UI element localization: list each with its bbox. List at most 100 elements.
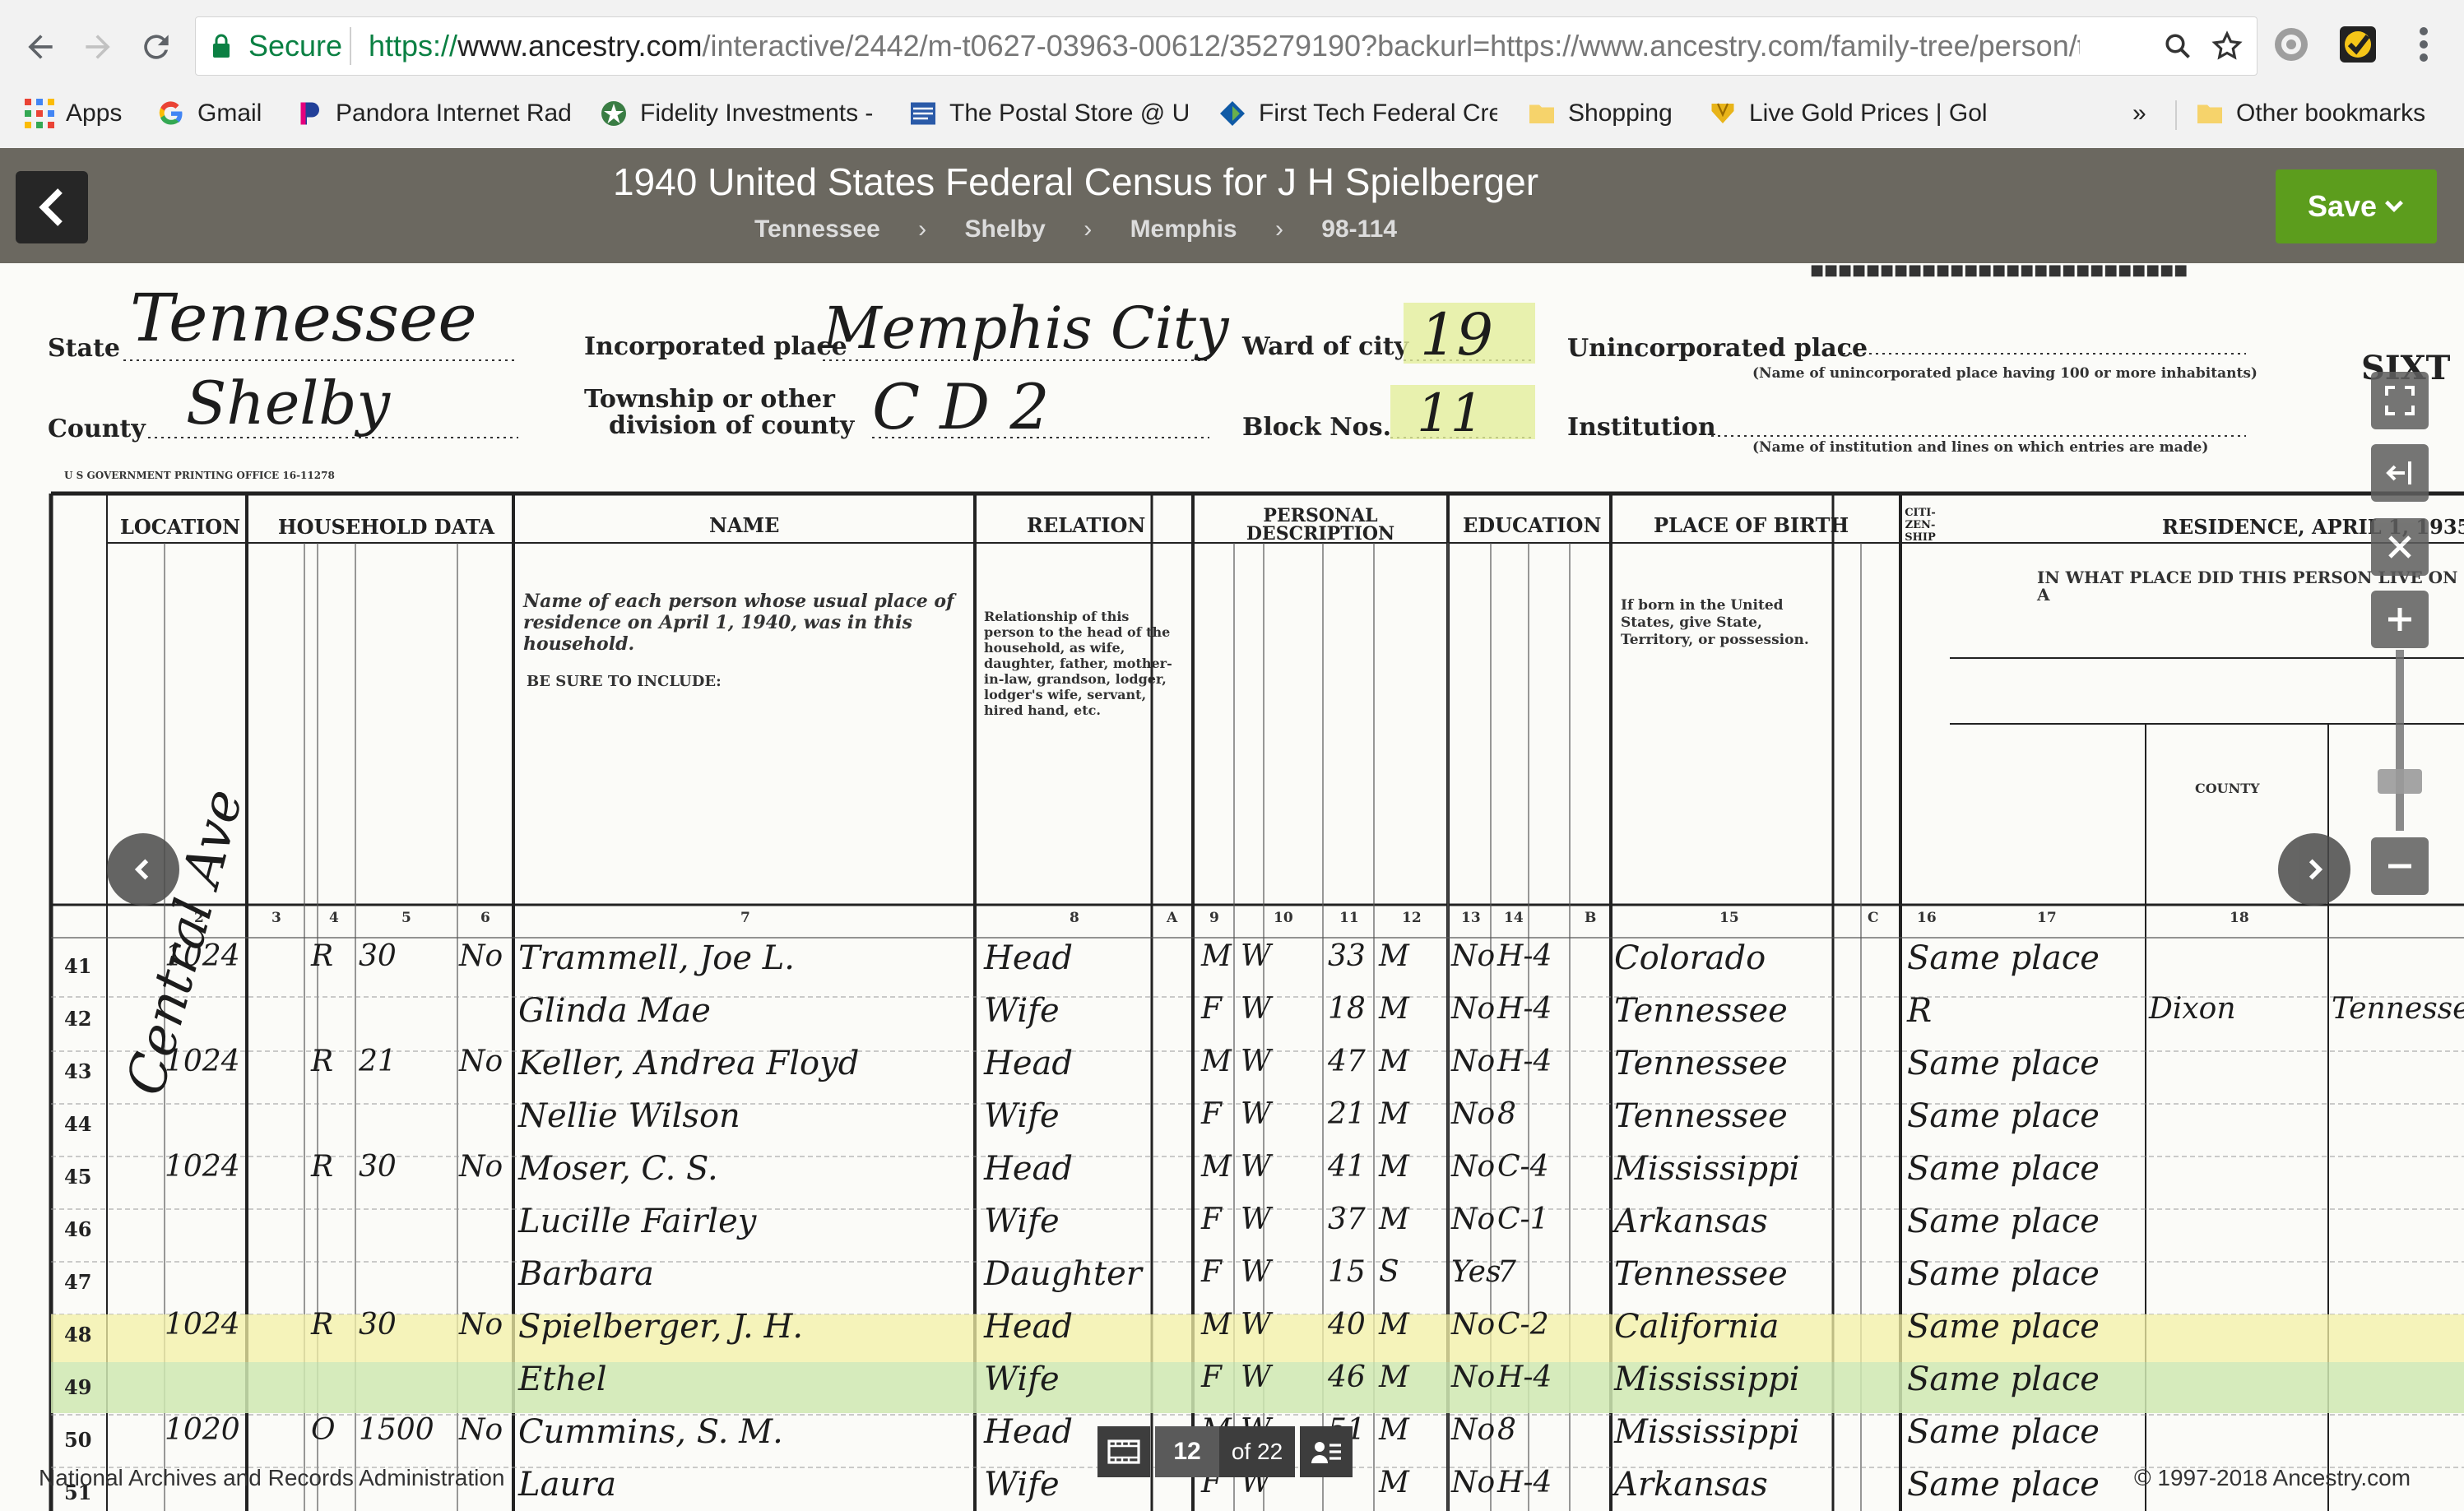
breadcrumb-city[interactable]: Memphis [1130, 216, 1237, 243]
bookmark-apps[interactable]: Apps [25, 94, 122, 133]
filmstrip-button[interactable] [1097, 1426, 1150, 1477]
cell-value: 30 [359, 1308, 397, 1342]
bookmarks-bar: Apps Gmail Pandora Internet Rad Fidelity… [0, 89, 2464, 138]
cell-school: No [1451, 1360, 1496, 1394]
cell-res-city: Same place [1907, 939, 2100, 977]
reload-icon[interactable] [128, 18, 185, 76]
previous-image-button[interactable] [107, 833, 179, 906]
pandora-icon [300, 102, 319, 125]
back-arrow-icon[interactable] [12, 18, 69, 76]
cell-relation: Wife [984, 1360, 1060, 1398]
cell-birth: Tennessee [1614, 1097, 1788, 1135]
bookmarks-overflow-button[interactable]: » [2132, 94, 2146, 133]
cell-birth: Arkansas [1614, 1466, 1768, 1504]
bookmark-postal-store[interactable]: The Postal Store @ U [908, 94, 1188, 133]
chevron-left-icon [134, 859, 149, 880]
image-pager: 12 of 22 [1097, 1426, 1353, 1477]
cell-house: 1020 [165, 1413, 240, 1447]
index-panel-button[interactable] [1300, 1426, 1353, 1477]
extension-privacy-icon[interactable] [2268, 21, 2314, 67]
cell-age: 37 [1328, 1203, 1366, 1236]
breadcrumb-county[interactable]: Shelby [965, 216, 1046, 243]
cell-school: No [1451, 1413, 1496, 1447]
cell-school: No [1451, 939, 1496, 973]
bookmark-fidelity[interactable]: Fidelity Investments - [599, 94, 883, 133]
bookmark-gmail[interactable]: Gmail [156, 94, 262, 133]
chevron-down-icon [2385, 200, 2403, 212]
cell-grade: C-4 [1497, 1150, 1549, 1184]
url-text[interactable]: https://www.ancestry.com/interactive/244… [369, 29, 2080, 63]
forward-arrow-icon[interactable] [69, 18, 127, 76]
breadcrumb-state[interactable]: Tennessee [754, 216, 880, 243]
bookmark-other[interactable]: Other bookmarks [2195, 94, 2425, 133]
cell-school: No [1451, 1203, 1496, 1236]
zoom-slider-track[interactable] [2396, 650, 2404, 831]
cell-owned: R [311, 1150, 334, 1184]
bookmark-star-icon[interactable] [2208, 27, 2246, 65]
cell-grade: 8 [1497, 1097, 1516, 1131]
cell-name: Nellie Wilson [518, 1097, 740, 1135]
zoom-in-button[interactable] [2371, 591, 2429, 648]
breadcrumb-district[interactable]: 98-114 [1321, 216, 1397, 243]
save-button[interactable]: Save [2276, 169, 2437, 243]
bookmark-label: The Postal Store @ U [949, 100, 1188, 127]
cell-marital: M [1379, 939, 1409, 973]
zoom-slider-handle[interactable] [2378, 769, 2422, 794]
census-image[interactable]: ■■■■■■■■■■■■■■■■■■■■■■■■■■■ State County… [0, 263, 2464, 1511]
cell-farm: No [459, 1413, 503, 1447]
cell-res-city: R [1907, 992, 1933, 1030]
cell-name: Laura [518, 1466, 617, 1504]
current-page-input[interactable]: 12 [1155, 1426, 1219, 1477]
cell-race: W [1241, 1308, 1272, 1342]
cell-sex: F [1201, 992, 1222, 1026]
col-number: A [1167, 910, 1178, 926]
bookmark-label: First Tech Federal Cre [1259, 100, 1497, 127]
bookmark-first-tech[interactable]: First Tech Federal Cre [1218, 94, 1497, 133]
bookmark-gold-prices[interactable]: Live Gold Prices | Gol [1708, 94, 1988, 133]
cell-relation: Head [984, 1045, 1074, 1082]
cell-name: Lucille Fairley [518, 1203, 757, 1240]
breadcrumb: Tennessee › Shelby › Memphis › 98-114 [0, 216, 2151, 243]
cell-res-city: Same place [1907, 1203, 2100, 1240]
cell-age: 41 [1328, 1150, 1366, 1184]
cell-sex: M [1201, 1045, 1232, 1078]
birth-instructions: If born in the United States, give State… [1621, 597, 1809, 648]
address-bar[interactable]: Secure https://www.ancestry.com/interact… [195, 16, 2258, 76]
line-number: 41 [64, 954, 92, 978]
cell-grade: H-4 [1497, 1466, 1552, 1499]
next-image-button[interactable] [2278, 833, 2350, 906]
bookmark-label: Fidelity Investments - [640, 100, 874, 127]
filmstrip-icon [1107, 1439, 1140, 1464]
cell-relation: Wife [984, 1097, 1060, 1135]
cell-school: No [1451, 1045, 1496, 1078]
col-number: 8 [1070, 910, 1079, 926]
page-total: of 22 [1219, 1426, 1295, 1477]
viewer-header: 1940 United States Federal Census for J … [0, 148, 2464, 263]
line-number: 46 [64, 1217, 92, 1241]
bookmark-pandora[interactable]: Pandora Internet Rad [295, 94, 573, 133]
column-numbers: 2 3 4 5 6 7 8 A 9 10 11 12 13 14 B 15 C … [0, 910, 2464, 934]
cell-sex: F [1201, 1203, 1222, 1236]
cell-birth: Tennessee [1614, 1255, 1788, 1293]
bookmark-shopping[interactable]: Shopping [1527, 94, 1673, 133]
line-number: 44 [64, 1112, 92, 1136]
side-panel-button[interactable] [2371, 444, 2429, 502]
chrome-menu-icon[interactable] [2401, 21, 2447, 67]
cell-sex: M [1201, 939, 1232, 973]
cell-school: No [1451, 1466, 1496, 1499]
cell-name: Spielberger, J. H. [518, 1308, 804, 1346]
cell-farm: No [459, 1150, 503, 1184]
cell-relation: Wife [984, 1466, 1060, 1504]
zoom-search-icon[interactable] [2159, 27, 2197, 65]
extension-check-icon[interactable] [2335, 21, 2381, 67]
fullscreen-button[interactable] [2371, 372, 2429, 429]
zoom-out-button[interactable] [2371, 837, 2429, 895]
tools-button[interactable] [2371, 518, 2429, 576]
bookmark-label: Apps [66, 100, 123, 127]
overflow-chevron-icon: » [2132, 100, 2146, 127]
cell-marital: M [1379, 1360, 1409, 1394]
cell-relation: Head [984, 939, 1074, 977]
col-number: 7 [740, 910, 750, 926]
zoom-out-icon [2388, 864, 2411, 869]
cell-relation: Head [984, 1308, 1074, 1346]
